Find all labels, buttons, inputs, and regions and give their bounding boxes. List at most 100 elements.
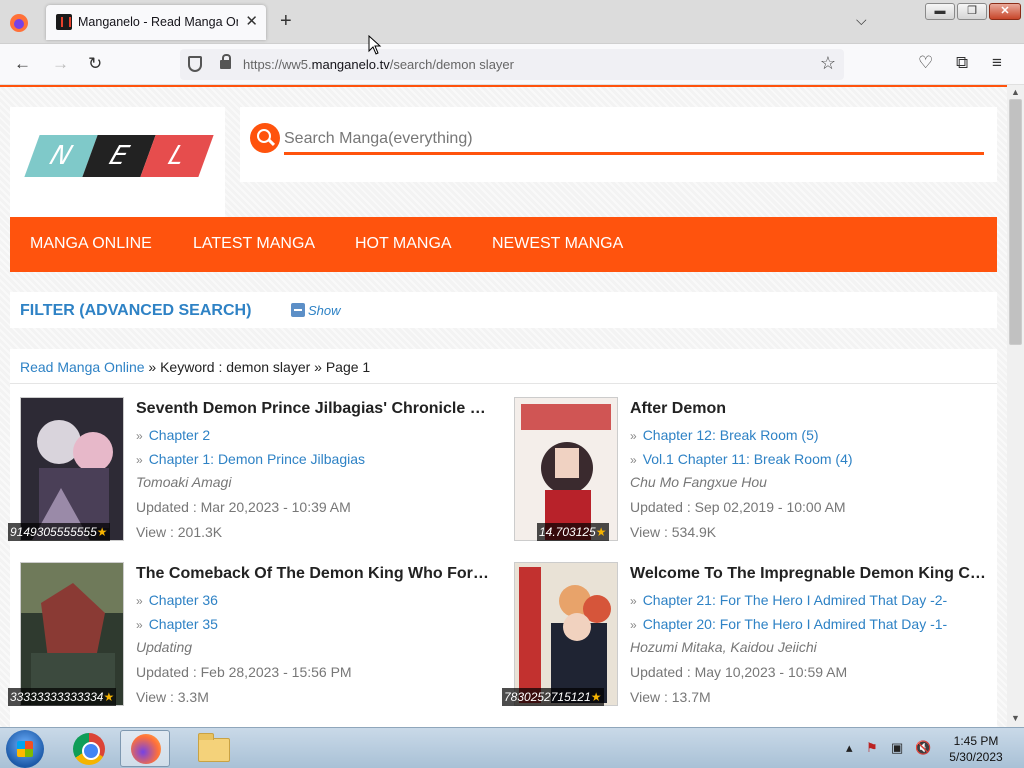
bookmark-star-icon[interactable]: ☆ bbox=[820, 53, 836, 74]
taskbar-chrome[interactable] bbox=[64, 730, 114, 767]
breadcrumb: Read Manga Online » Keyword : demon slay… bbox=[20, 359, 371, 375]
chapter-link[interactable]: » Chapter 1: Demon Prince Jilbagias bbox=[136, 451, 365, 467]
chapter-link[interactable]: » Vol.1 Chapter 11: Break Room (4) bbox=[630, 451, 853, 467]
firefox-icon bbox=[131, 734, 161, 764]
double-chevron-icon: » bbox=[136, 594, 143, 608]
breadcrumb-home-link[interactable]: Read Manga Online bbox=[20, 359, 145, 375]
rating-badge: 9149305555555★ bbox=[8, 523, 110, 541]
extensions-puzzle-icon[interactable]: ⧉ bbox=[956, 53, 968, 73]
manga-author: Hozumi Mitaka, Kaidou Jeiichi bbox=[630, 639, 817, 655]
chapter-link[interactable]: » Chapter 20: For The Hero I Admired That… bbox=[630, 616, 947, 632]
result-item: 33333333333334★ The Comeback Of The Demo… bbox=[8, 562, 500, 712]
double-chevron-icon: » bbox=[630, 429, 637, 443]
manga-title-link[interactable]: After Demon bbox=[630, 400, 988, 418]
scrollbar-thumb[interactable] bbox=[1009, 99, 1022, 345]
chapter-link[interactable]: » Chapter 12: Break Room (5) bbox=[630, 427, 819, 443]
manga-title-link[interactable]: Welcome To The Impregnable Demon King Ca… bbox=[630, 565, 988, 583]
scroll-up-arrow-icon[interactable]: ▲ bbox=[1011, 87, 1020, 97]
chapter-link[interactable]: » Chapter 2 bbox=[136, 427, 210, 443]
volume-muted-icon[interactable]: 🔇 bbox=[915, 740, 931, 756]
site-logo[interactable]: N E L bbox=[10, 107, 225, 217]
address-bar[interactable]: https://ww5.manganelo.tv/search/demon sl… bbox=[180, 49, 844, 80]
filter-panel: FILTER (ADVANCED SEARCH) Show bbox=[10, 292, 997, 328]
menu-item-latest-manga[interactable]: LATEST MANGA bbox=[193, 235, 315, 253]
tab-title: Manganelo - Read Manga Online bbox=[78, 15, 238, 29]
reload-icon[interactable]: ↻ bbox=[88, 54, 102, 74]
scroll-down-arrow-icon[interactable]: ▼ bbox=[1011, 713, 1020, 723]
clock-date: 5/30/2023 bbox=[949, 750, 1003, 764]
updated-time: Updated : Mar 20,2023 - 10:39 AM bbox=[136, 499, 351, 515]
double-chevron-icon: » bbox=[136, 453, 143, 467]
manga-title-link[interactable]: The Comeback Of The Demon King Who Forme… bbox=[136, 565, 494, 583]
view-count: View : 534.9K bbox=[630, 524, 717, 540]
search-icon[interactable] bbox=[250, 123, 280, 153]
clock-time: 1:45 PM bbox=[953, 734, 999, 748]
browser-tab[interactable]: Manganelo - Read Manga Online ✕ bbox=[46, 5, 266, 40]
search-results: Read Manga Online » Keyword : demon slay… bbox=[8, 349, 997, 727]
tab-close-icon[interactable]: ✕ bbox=[245, 12, 258, 30]
star-icon: ★ bbox=[595, 525, 607, 539]
chapter-link[interactable]: » Chapter 35 bbox=[136, 616, 218, 632]
system-clock[interactable]: 1:45 PM 5/30/2023 bbox=[940, 733, 1012, 765]
search-panel bbox=[240, 107, 997, 182]
manga-cover-image[interactable] bbox=[20, 397, 124, 541]
menu-item-manga-online[interactable]: MANGA ONLINE bbox=[30, 235, 152, 253]
windows-taskbar: ▴ ⚑ ▣ 🔇 1:45 PM 5/30/2023 bbox=[0, 727, 1024, 768]
collapse-icon bbox=[291, 303, 305, 317]
rating-badge: 14.703125★ bbox=[537, 523, 609, 541]
updated-time: Updated : Sep 02,2019 - 10:00 AM bbox=[630, 499, 846, 515]
browser-tab-bar: Manganelo - Read Manga Online ✕ + ⌵ ▬ ❐ … bbox=[0, 0, 1024, 44]
divider bbox=[10, 383, 997, 384]
search-input[interactable] bbox=[284, 125, 984, 155]
menu-item-newest-manga[interactable]: NEWEST MANGA bbox=[492, 235, 623, 253]
chapter-link[interactable]: » Chapter 36 bbox=[136, 592, 218, 608]
filter-title: FILTER (ADVANCED SEARCH) bbox=[20, 302, 252, 319]
double-chevron-icon: » bbox=[136, 429, 143, 443]
updated-time: Updated : May 10,2023 - 10:59 AM bbox=[630, 664, 848, 680]
manga-author: Chu Mo Fangxue Hou bbox=[630, 474, 767, 490]
double-chevron-icon: » bbox=[630, 594, 637, 608]
double-chevron-icon: » bbox=[136, 618, 143, 632]
taskbar-firefox[interactable] bbox=[120, 730, 170, 767]
window-maximize-button[interactable]: ❐ bbox=[957, 3, 987, 20]
filter-show-toggle[interactable]: Show bbox=[291, 303, 341, 318]
show-hidden-icons-icon[interactable]: ▴ bbox=[846, 740, 853, 756]
star-icon: ★ bbox=[103, 690, 115, 704]
page-scrollbar[interactable]: ▲ ▼ bbox=[1007, 85, 1024, 727]
menu-item-hot-manga[interactable]: HOT MANGA bbox=[355, 235, 452, 253]
window-close-button[interactable]: ✕ bbox=[989, 3, 1021, 20]
forward-arrow-icon[interactable]: → bbox=[52, 54, 69, 74]
window-minimize-button[interactable]: ▬ bbox=[925, 3, 955, 20]
list-all-tabs-chevron-icon[interactable]: ⌵ bbox=[856, 12, 867, 29]
pocket-icon[interactable]: ♡ bbox=[918, 53, 933, 73]
url-text[interactable]: https://ww5.manganelo.tv/search/demon sl… bbox=[243, 57, 514, 72]
back-arrow-icon[interactable]: ← bbox=[14, 54, 31, 74]
taskbar-file-explorer[interactable] bbox=[188, 730, 238, 767]
double-chevron-icon: » bbox=[630, 618, 637, 632]
padlock-icon[interactable] bbox=[220, 54, 231, 69]
firefox-view-icon[interactable] bbox=[8, 12, 30, 34]
rating-badge: 33333333333334★ bbox=[8, 688, 117, 706]
folder-icon bbox=[198, 733, 230, 762]
new-tab-icon[interactable]: + bbox=[280, 10, 292, 33]
action-center-flag-icon[interactable]: ⚑ bbox=[866, 740, 878, 756]
manga-cover-image[interactable] bbox=[514, 397, 618, 541]
manga-author: Tomoaki Amagi bbox=[136, 474, 232, 490]
view-count: View : 201.3K bbox=[136, 524, 223, 540]
manga-cover-image[interactable] bbox=[514, 562, 618, 706]
star-icon: ★ bbox=[590, 690, 602, 704]
tracking-protection-shield-icon[interactable] bbox=[188, 56, 202, 72]
result-item: 9149305555555★ Seventh Demon Prince Jilb… bbox=[8, 397, 500, 547]
page-viewport: N E L MANGA ONLINE LATEST MANGA HOT MANG… bbox=[0, 85, 1007, 727]
manga-title-link[interactable]: Seventh Demon Prince Jilbagias' Chronicl… bbox=[136, 400, 494, 418]
manga-cover-image[interactable] bbox=[20, 562, 124, 706]
chapter-link[interactable]: » Chapter 21: For The Hero I Admired That… bbox=[630, 592, 947, 608]
updated-time: Updated : Feb 28,2023 - 15:56 PM bbox=[136, 664, 352, 680]
start-button[interactable] bbox=[6, 730, 44, 768]
hamburger-menu-icon[interactable]: ≡ bbox=[992, 53, 1002, 73]
view-count: View : 3.3M bbox=[136, 689, 209, 705]
result-item: 14.703125★ After Demon » Chapter 12: Brea… bbox=[514, 397, 994, 547]
network-icon[interactable]: ▣ bbox=[891, 740, 903, 756]
main-menu: MANGA ONLINE LATEST MANGA HOT MANGA NEWE… bbox=[10, 217, 997, 272]
rating-badge: 7830252715121★ bbox=[502, 688, 604, 706]
